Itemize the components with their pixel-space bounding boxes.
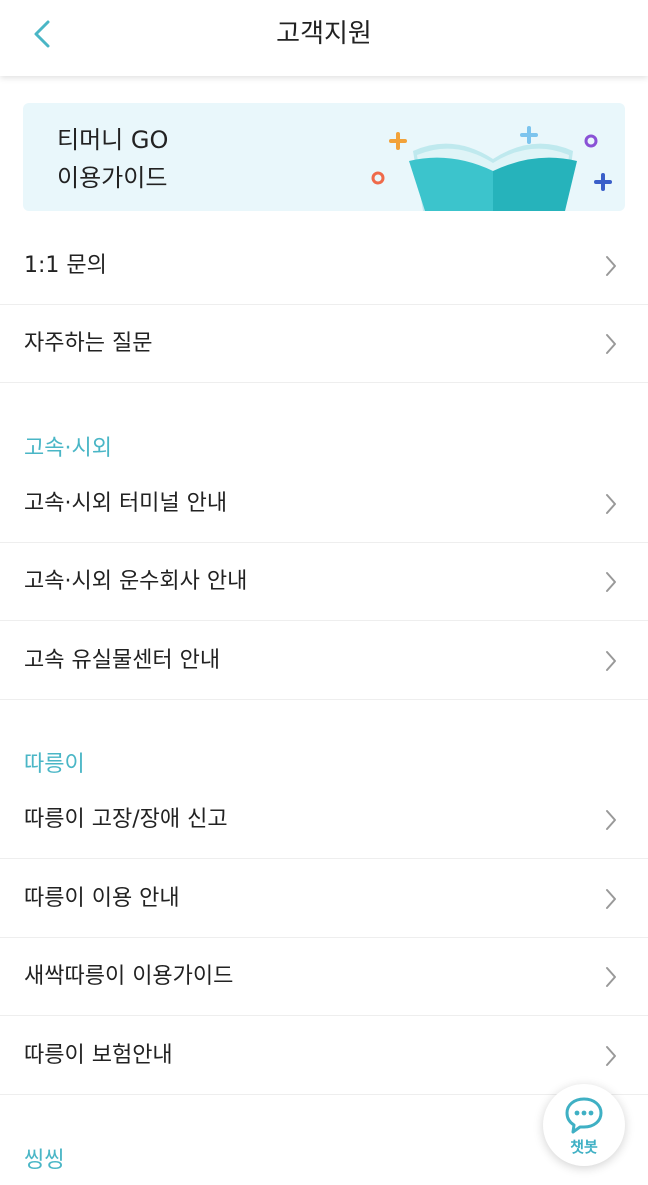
top-app-bar: 고객지원	[0, 0, 648, 76]
menu-item-breakdown-report[interactable]: 따릉이 고장/장애 신고	[0, 781, 648, 859]
banner-title-line1: 티머니 GO	[57, 126, 169, 154]
chevron-right-icon	[606, 334, 616, 354]
menu-item-label: 자주하는 질문	[24, 331, 153, 356]
chevron-right-icon	[606, 889, 616, 909]
chatbot-label: 챗봇	[570, 1138, 598, 1156]
menu-item-bus-company-info[interactable]: 고속·시외 운수회사 안내	[0, 543, 648, 621]
menu-item-label: 1:1 문의	[24, 253, 107, 278]
menu-item-usage-info[interactable]: 따릉이 이용 안내	[0, 860, 648, 938]
menu-item-faq[interactable]: 자주하는 질문	[0, 305, 648, 383]
section-header-express-bus: 고속·시외	[24, 436, 112, 461]
menu-item-kids-guide[interactable]: 새싹따릉이 이용가이드	[0, 938, 648, 1016]
chevron-right-icon	[606, 256, 616, 276]
menu-item-label: 따릉이 고장/장애 신고	[24, 807, 228, 832]
menu-item-label: 고속·시외 운수회사 안내	[24, 569, 248, 594]
chevron-right-icon	[606, 572, 616, 592]
chevron-right-icon	[606, 810, 616, 830]
chevron-right-icon	[606, 1046, 616, 1066]
menu-item-label: 고속 유실물센터 안내	[24, 648, 221, 673]
section-header-singsing: 씽씽	[24, 1148, 65, 1173]
banner-title-line2: 이용가이드	[57, 164, 168, 192]
menu-item-insurance-info[interactable]: 따릉이 보험안내	[0, 1017, 648, 1095]
menu-item-terminal-info[interactable]: 고속·시외 터미널 안내	[0, 465, 648, 543]
chevron-right-icon	[606, 651, 616, 671]
chevron-right-icon	[606, 494, 616, 514]
menu-item-label: 고속·시외 터미널 안내	[24, 491, 228, 516]
menu-item-label: 새싹따릉이 이용가이드	[24, 964, 234, 989]
section-header-ddareungi: 따릉이	[24, 752, 85, 777]
chat-bubble-icon	[565, 1097, 603, 1134]
usage-guide-banner[interactable]: 티머니 GO 이용가이드	[23, 103, 625, 211]
chevron-right-icon	[606, 967, 616, 987]
menu-item-label: 따릉이 이용 안내	[24, 886, 180, 911]
menu-item-inquiry[interactable]: 1:1 문의	[0, 227, 648, 305]
page-title: 고객지원	[276, 19, 372, 49]
chatbot-button[interactable]: 챗봇	[543, 1084, 625, 1166]
menu-item-lost-found-center[interactable]: 고속 유실물센터 안내	[0, 622, 648, 700]
open-book-illustration	[371, 126, 612, 211]
banner-text: 티머니 GO 이용가이드	[57, 121, 168, 197]
menu-item-label: 따릉이 보험안내	[24, 1043, 173, 1068]
